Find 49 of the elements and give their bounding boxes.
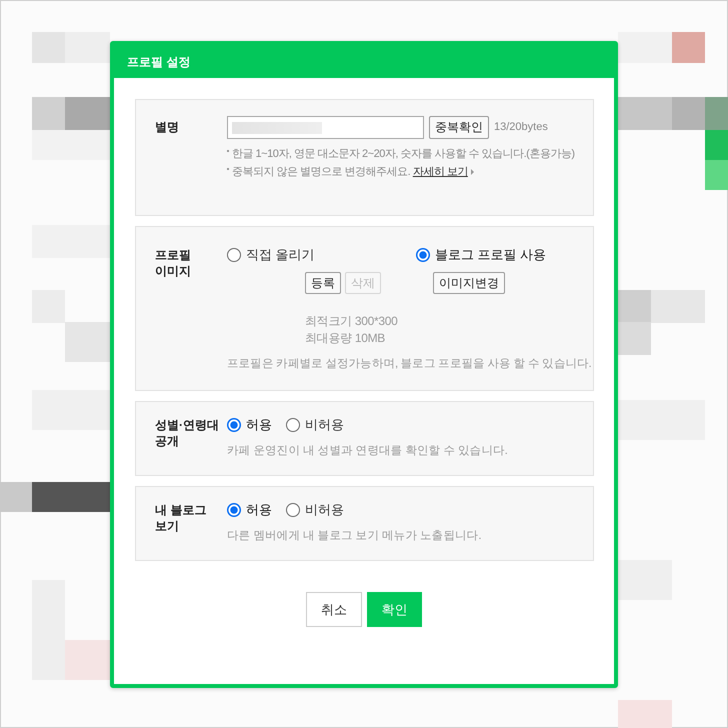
change-image-button[interactable]: 이미지변경 xyxy=(433,272,505,294)
pixelated-tile xyxy=(705,97,728,130)
pixelated-tile xyxy=(672,32,705,63)
pixelated-tile xyxy=(705,160,728,190)
byte-counter: 13/20bytes xyxy=(494,120,548,136)
note-text: 카페 운영진이 내 성별과 연령대를 확인할 수 있습니다. xyxy=(227,444,508,459)
caret-right-icon xyxy=(470,169,474,176)
option-label: 블로그 프로필 사용 xyxy=(435,247,546,263)
section-label: 프로필 이미지 xyxy=(155,247,192,280)
pixelated-tile xyxy=(32,97,65,130)
option-label: 직접 올리기 xyxy=(246,247,315,263)
hint-text: 중복되지 않은 별명으로 변경해주세요. 자세히 보기 xyxy=(232,163,474,181)
note-text: 프로필은 카페별로 설정가능하며, 블로그 프로필을 사용 할 수 있습니다. xyxy=(227,357,592,372)
pixelated-tile xyxy=(618,560,672,600)
radio-button[interactable] xyxy=(227,418,241,432)
dialog-title: 프로필 설정 xyxy=(127,54,190,70)
spec-text: 최대용량 10MB xyxy=(305,330,386,347)
nickname-field[interactable] xyxy=(227,116,424,139)
radio-button[interactable] xyxy=(286,418,300,432)
section-label: 성별·연령대 공개 xyxy=(155,417,220,450)
pixelated-tile xyxy=(672,97,705,130)
note-text: 다른 멤버에게 내 블로그 보기 메뉴가 노출됩니다. xyxy=(227,529,482,544)
radio-button[interactable] xyxy=(286,503,300,517)
section-label: 별명 xyxy=(155,119,180,136)
radio-button[interactable] xyxy=(416,248,430,262)
option-label: 허용 xyxy=(246,502,272,518)
duplicate-check-button[interactable]: 중복확인 xyxy=(429,116,489,139)
hint-text: 한글 1~10자, 영문 대소문자 2~20자, 숫자를 사용할 수 있습니다.(혼용가능) xyxy=(232,147,574,162)
pixelated-tile xyxy=(618,322,651,355)
option-label: 허용 xyxy=(246,417,272,433)
option-label: 비허용 xyxy=(305,417,344,433)
pixelated-tile xyxy=(618,290,651,323)
pixelated-tile xyxy=(705,130,728,160)
radio-button[interactable] xyxy=(227,248,241,262)
details-link[interactable]: 자세히 보기 xyxy=(412,166,468,178)
section-label: 내 블로그 보기 xyxy=(155,502,208,535)
pixelated-tile xyxy=(65,322,110,362)
pixelated-tile xyxy=(65,32,110,63)
radio-button[interactable] xyxy=(227,503,241,517)
register-button[interactable]: 등록 xyxy=(305,272,341,294)
pixelated-tile xyxy=(651,290,705,323)
cancel-button[interactable]: 취소 xyxy=(306,592,362,627)
pixelated-tile xyxy=(618,700,672,728)
spec-text: 최적크기 300*300 xyxy=(305,313,398,330)
option-label: 비허용 xyxy=(305,502,344,518)
pixelated-tile xyxy=(65,640,110,680)
pixelated-tile xyxy=(618,32,672,63)
pixelated-tile xyxy=(65,97,110,130)
pixelated-tile xyxy=(618,97,672,130)
